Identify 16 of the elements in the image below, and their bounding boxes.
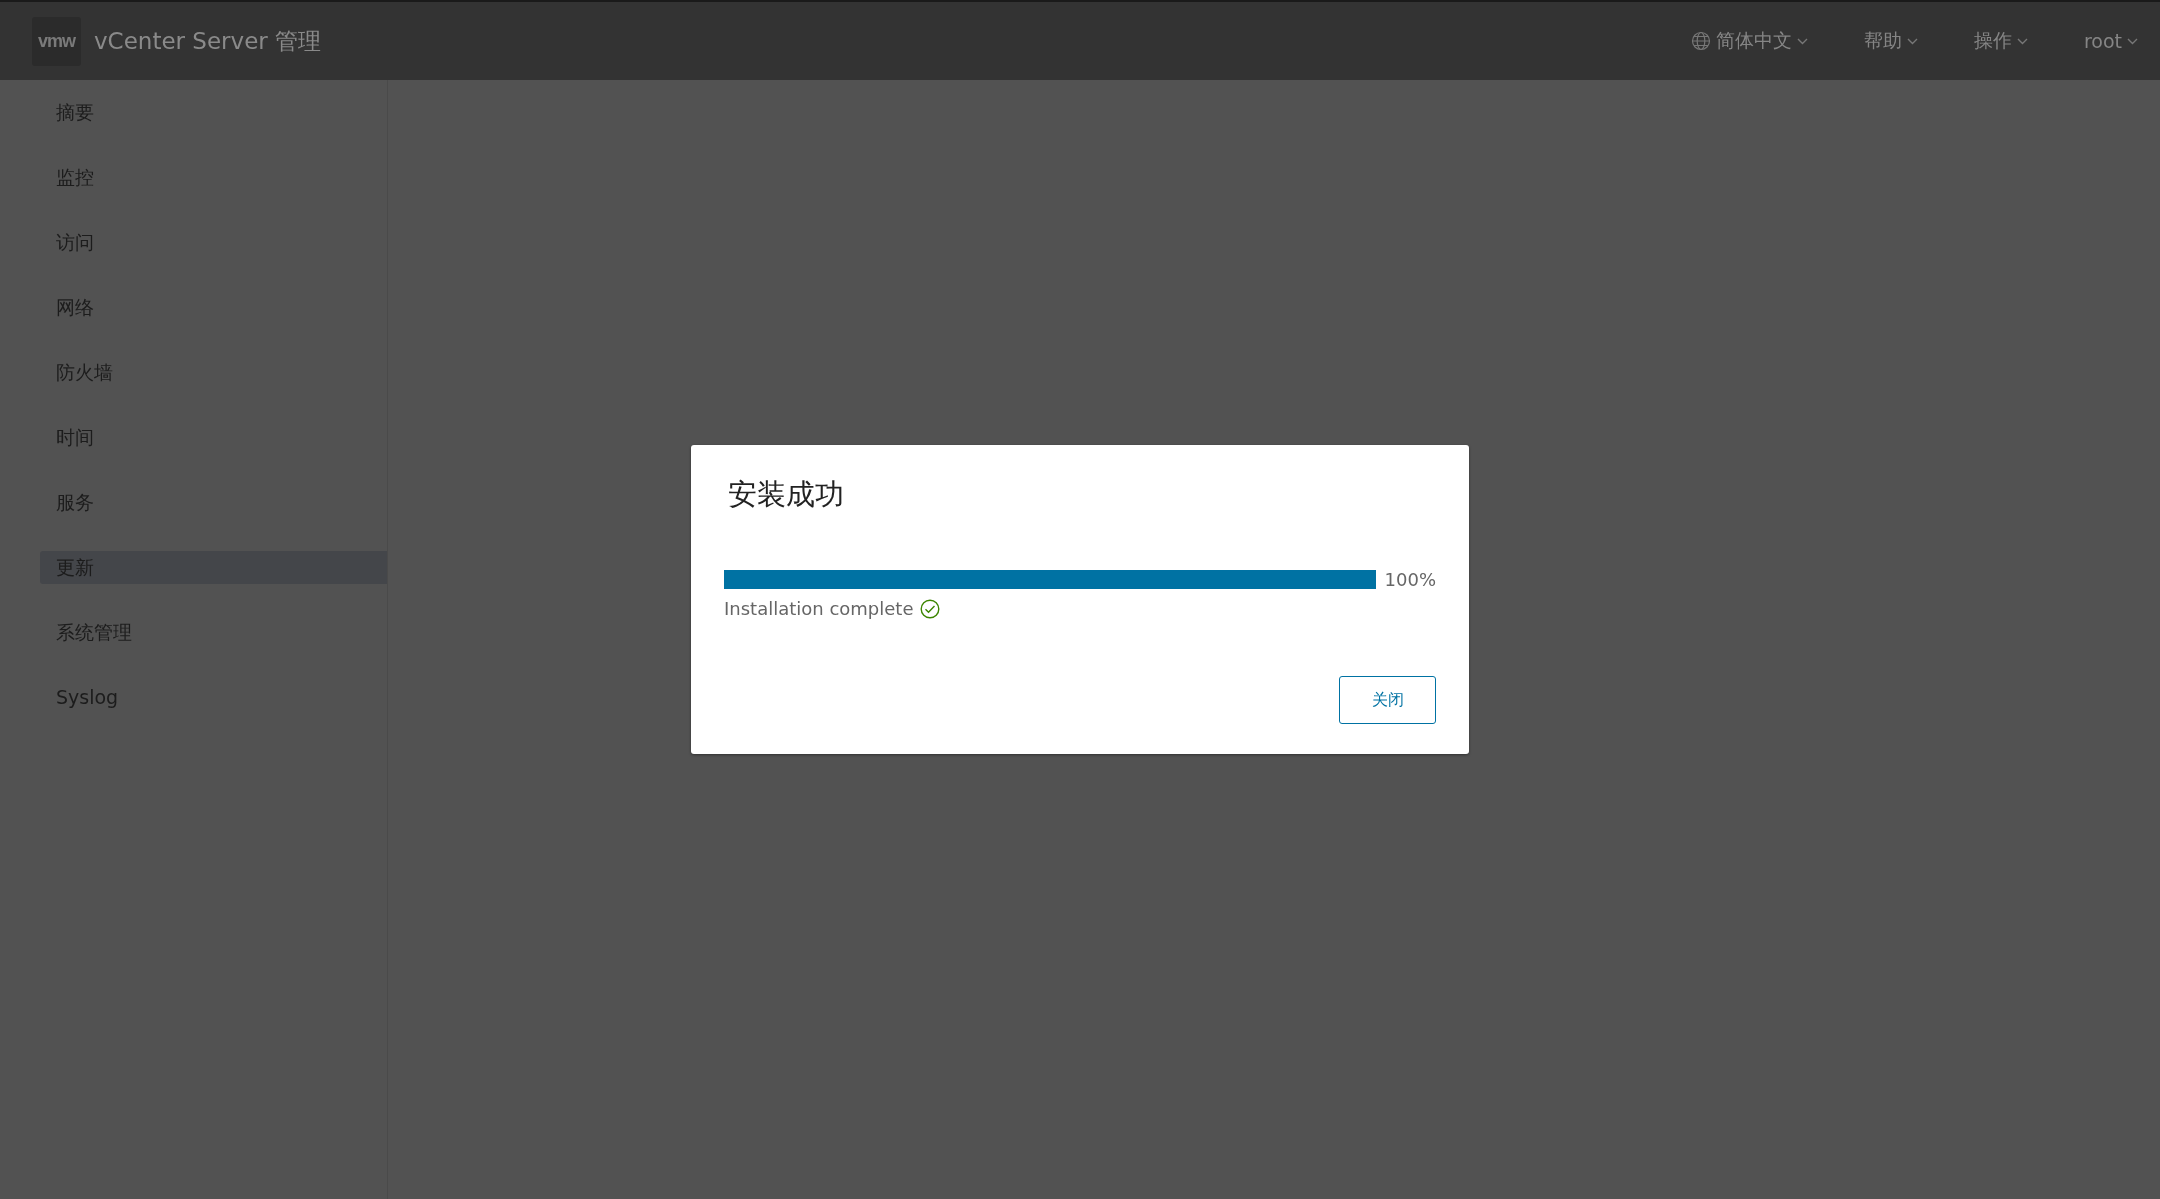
dialog-title: 安装成功 (728, 476, 845, 513)
status-text: Installation complete (724, 598, 914, 619)
header-menu[interactable]: 帮助 (1863, 28, 1918, 54)
check-circle-icon (919, 598, 940, 619)
progress-percent: 100% (1384, 569, 1436, 590)
header-menu[interactable]: 操作 (1973, 28, 2028, 54)
vmware-logo: vmw (32, 16, 81, 66)
caret-icon (2127, 37, 2138, 45)
app-title: vCenter Server 管理 (94, 26, 322, 56)
caret-icon (2016, 37, 2028, 45)
header-menu[interactable]: root (2083, 30, 2138, 52)
header-menu[interactable]: 简体中文 (1690, 28, 1808, 54)
globe-icon (1690, 31, 1711, 51)
close-button[interactable]: 关闭 (1339, 676, 1436, 724)
caret-icon (1906, 37, 1918, 45)
caret-icon (1796, 37, 1808, 45)
